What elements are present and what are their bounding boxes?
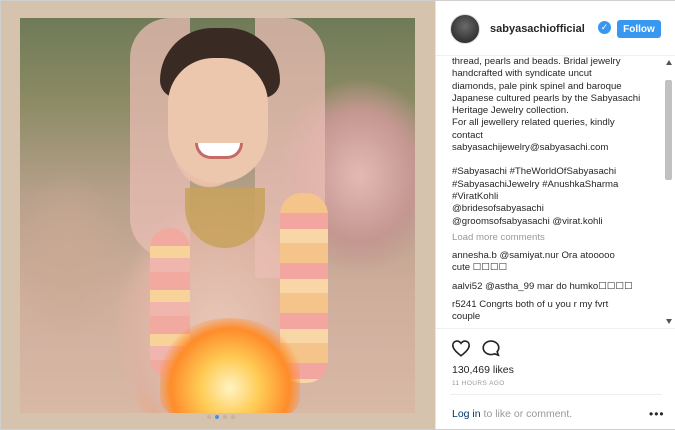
bride-face <box>168 58 268 183</box>
scroll-thumb[interactable] <box>665 80 672 180</box>
caption-line: thread, pearls and beads. Bridal jewelry <box>452 56 621 67</box>
comment-text: annesha.b @samiyat.nur Ora atooooo <box>452 250 615 262</box>
like-count[interactable]: 130,469 likes <box>452 364 514 376</box>
login-link[interactable]: Log in <box>452 408 481 420</box>
caption-line: diamonds, pale pink spinel and baroque <box>452 80 622 92</box>
scroll-down-arrow-icon[interactable] <box>666 319 672 324</box>
more-options-icon[interactable]: ••• <box>649 407 665 421</box>
post-timestamp[interactable]: 11 HOURS AGO <box>452 380 505 387</box>
scroll-up-arrow-icon[interactable] <box>666 60 672 65</box>
carousel-dot[interactable] <box>207 415 211 419</box>
follow-button[interactable]: Follow <box>617 20 661 38</box>
username[interactable]: sabyasachiofficial <box>490 23 585 35</box>
avatar[interactable] <box>450 14 480 44</box>
comments-scrollbar[interactable] <box>664 60 674 328</box>
mention-line[interactable]: @bridesofsabyasachi <box>452 203 662 215</box>
login-prompt: Log in to like or comment. <box>452 408 572 420</box>
email-link[interactable]: sabyasachijewelry@sabyasachi.com <box>452 142 662 154</box>
comment-item: annesha.b @samiyat.nur Ora atooooo cute … <box>452 250 662 275</box>
verified-badge-icon: ✓ <box>598 21 611 34</box>
heart-icon[interactable] <box>451 339 471 357</box>
caption: thread, pearls and beads. Bridal jewelry… <box>452 56 662 228</box>
comments-area[interactable]: thread, pearls and beads. Bridal jewelry… <box>436 56 675 328</box>
login-prompt-text: to like or comment. <box>480 408 573 420</box>
carousel-dots <box>207 415 235 419</box>
caption-line: contact <box>452 129 483 141</box>
photo-area <box>1 1 435 429</box>
post-photo[interactable] <box>20 18 415 413</box>
comment-text: r5241 Congrts both of u you r my fvrt <box>452 299 609 311</box>
mention-line[interactable]: @groomsofsabyasachi @virat.kohli <box>452 216 662 228</box>
comment-icon[interactable] <box>481 339 501 357</box>
post-actions: 130,469 likes 11 HOURS AGO Log in to lik… <box>436 328 675 429</box>
caption-line: For all jewellery related queries, kindl… <box>452 117 615 129</box>
necklace <box>185 188 265 248</box>
comment-text: couple <box>452 311 481 323</box>
hashtag-line[interactable]: #SabyasachiJewelry #AnushkaSharma <box>452 179 662 191</box>
caption-line: handcrafted with syndicate uncut <box>452 68 592 80</box>
caption-line: Heritage Jewelry collection. <box>452 105 569 117</box>
hashtag-line[interactable]: #Sabyasachi #TheWorldOfSabyasachi <box>452 166 662 178</box>
post-side-panel: sabyasachiofficial ✓ Follow thread, pear… <box>435 1 675 429</box>
hashtag-line[interactable]: #ViratKohli <box>452 191 662 203</box>
comment-text: aalvi52 @astha_99 mar do humko☐☐☐☐ <box>452 280 633 292</box>
divider <box>450 394 662 395</box>
caption-line: Japanese cultured pearls by the Sabyasac… <box>452 92 641 104</box>
comment-item: r5241 Congrts both of u you r my fvrt co… <box>452 299 662 324</box>
comment-item: aalvi52 @astha_99 mar do humko☐☐☐☐ <box>452 281 662 293</box>
carousel-dot[interactable] <box>231 415 235 419</box>
post-header: sabyasachiofficial ✓ Follow <box>436 1 675 56</box>
carousel-dot[interactable] <box>215 415 219 419</box>
instagram-post-frame: sabyasachiofficial ✓ Follow thread, pear… <box>0 0 675 430</box>
fire <box>160 318 300 413</box>
comments-list: thread, pearls and beads. Bridal jewelry… <box>452 56 662 328</box>
carousel-dot[interactable] <box>223 415 227 419</box>
load-more-comments-button[interactable]: Load more comments <box>452 232 662 244</box>
comment-text: cute ☐☐☐☐ <box>452 262 508 274</box>
